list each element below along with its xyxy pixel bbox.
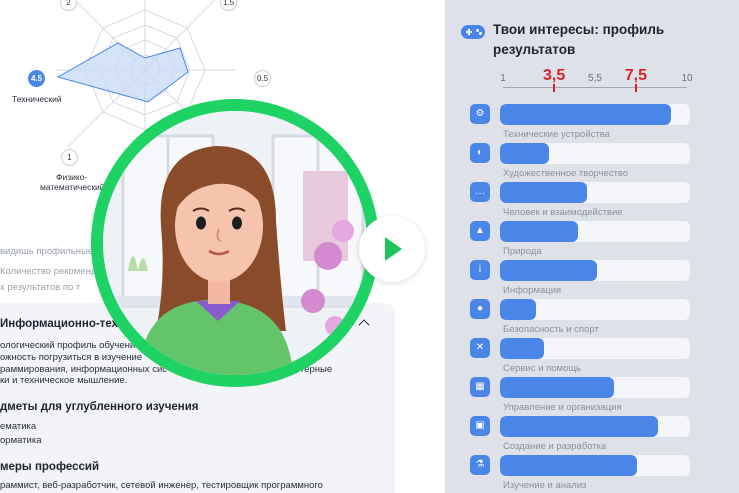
interest-bar-fill xyxy=(500,182,588,203)
interest-label: Изучение и анализ xyxy=(503,480,587,491)
interest-label: Человек и взаимодействие xyxy=(503,207,623,218)
scale-line xyxy=(503,87,687,88)
interest-bar-fill xyxy=(500,455,637,476)
interest-row: ▣ Создание и разработка xyxy=(445,416,739,455)
interest-bar-fill xyxy=(500,143,550,164)
scale-label: 7,5 xyxy=(624,67,647,84)
interest-label: Технические устройства xyxy=(503,129,610,140)
subject-1: ематика xyxy=(0,421,37,432)
interests-results-panel: Твои интересы: профиль результатов 1 3,5 5… xyxy=(445,0,739,493)
interest-bar-fill xyxy=(500,416,658,437)
interest-bar-track xyxy=(500,143,690,164)
interest-bar-fill xyxy=(500,377,614,398)
gamepad-icon xyxy=(461,25,485,39)
radar-value-physmath: 1 xyxy=(61,149,78,166)
scale-label: 3,5 xyxy=(542,67,566,84)
landscape-icon: ▲ xyxy=(470,221,490,241)
hint-line-2: Количество рекоменд xyxy=(0,266,97,277)
profile-desc-2: ожность погрузиться в изучение xyxy=(0,352,143,363)
interest-bar-track xyxy=(500,455,690,476)
subjects-title: дметы для углубленного изучения xyxy=(0,401,199,413)
profile-title: Информационно-техн xyxy=(0,318,125,330)
interest-row: ◐ Художественное творчество xyxy=(445,143,739,182)
scale-marker xyxy=(553,84,556,92)
layers-icon: ▣ xyxy=(470,416,490,436)
professions-text: раммист, веб-разработчик, сетевой инжене… xyxy=(0,480,323,491)
interest-bar-track xyxy=(500,338,690,359)
interest-bar-track xyxy=(500,182,690,203)
interest-label: Информация xyxy=(503,285,562,296)
interest-row: ● Безопасность и спорт xyxy=(445,299,739,338)
teacher-illustration xyxy=(103,111,367,375)
interest-row: … Человек и взаимодействие xyxy=(445,182,739,221)
interest-label: Сервис и помощь xyxy=(503,363,582,374)
palette-icon: ◐ xyxy=(470,143,490,163)
scale-marker xyxy=(634,84,637,92)
interest-bar-track xyxy=(500,221,690,242)
flask-icon: ⚗ xyxy=(470,455,490,475)
interest-bar-track xyxy=(500,377,690,398)
interest-bar-fill xyxy=(500,299,537,320)
scale-label: 5,5 xyxy=(588,73,602,84)
interest-bar-track xyxy=(500,260,690,281)
info-icon: i xyxy=(470,260,490,280)
video-player[interactable] xyxy=(91,99,379,387)
hint-line-3: х результатов по т xyxy=(0,282,81,293)
interest-label: Художественное творчество xyxy=(503,168,629,179)
ball-icon: ● xyxy=(470,299,490,319)
interest-row: ⚙ Технические устройства xyxy=(445,104,739,143)
radar-value-right: 0.5 xyxy=(254,70,271,87)
interest-label: Создание и разработка xyxy=(503,441,607,452)
scale-label: 10 xyxy=(681,73,693,84)
interest-bar-track xyxy=(500,299,690,320)
radar-label-physmath-2: математический xyxy=(40,182,105,192)
radar-value-technical: 4.5 xyxy=(28,70,45,87)
interest-row: ⚗ Изучение и анализ xyxy=(445,455,739,493)
interest-bar-fill xyxy=(500,221,578,242)
interest-bar-fill xyxy=(500,104,671,125)
interest-bar-track xyxy=(500,104,690,125)
tools-icon: ✕ xyxy=(470,338,490,358)
scale-label: 1 xyxy=(500,73,506,84)
hint-line-1: видишь профильные xyxy=(0,246,94,257)
interest-bar-track xyxy=(500,416,690,437)
radar-label-technical: Технический xyxy=(12,94,62,104)
subject-2: орматика xyxy=(0,435,42,446)
video-frame[interactable] xyxy=(103,111,367,375)
professions-title: меры профессий xyxy=(0,461,100,473)
interest-label: Безопасность и спорт xyxy=(503,324,599,335)
gear-icon: ⚙ xyxy=(470,104,490,124)
interest-row: ✕ Сервис и помощь xyxy=(445,338,739,377)
chat-icon: … xyxy=(470,182,490,202)
interest-label: Управление и организация xyxy=(503,402,622,413)
interests-title: Твои интересы: профиль результатов xyxy=(493,22,665,57)
play-button[interactable] xyxy=(359,216,425,282)
profile-desc-4: ки и техническое мышление. xyxy=(0,375,128,386)
profile-desc-1: ологический профиль обучени xyxy=(0,340,136,351)
interest-label: Природа xyxy=(503,246,542,257)
interest-bar-fill xyxy=(500,338,544,359)
interest-row: i Информация xyxy=(445,260,739,299)
interest-row: ▦ Управление и организация xyxy=(445,377,739,416)
calendar-icon: ▦ xyxy=(470,377,490,397)
interest-bar-fill xyxy=(500,260,597,281)
interest-row: ▲ Природа xyxy=(445,221,739,260)
